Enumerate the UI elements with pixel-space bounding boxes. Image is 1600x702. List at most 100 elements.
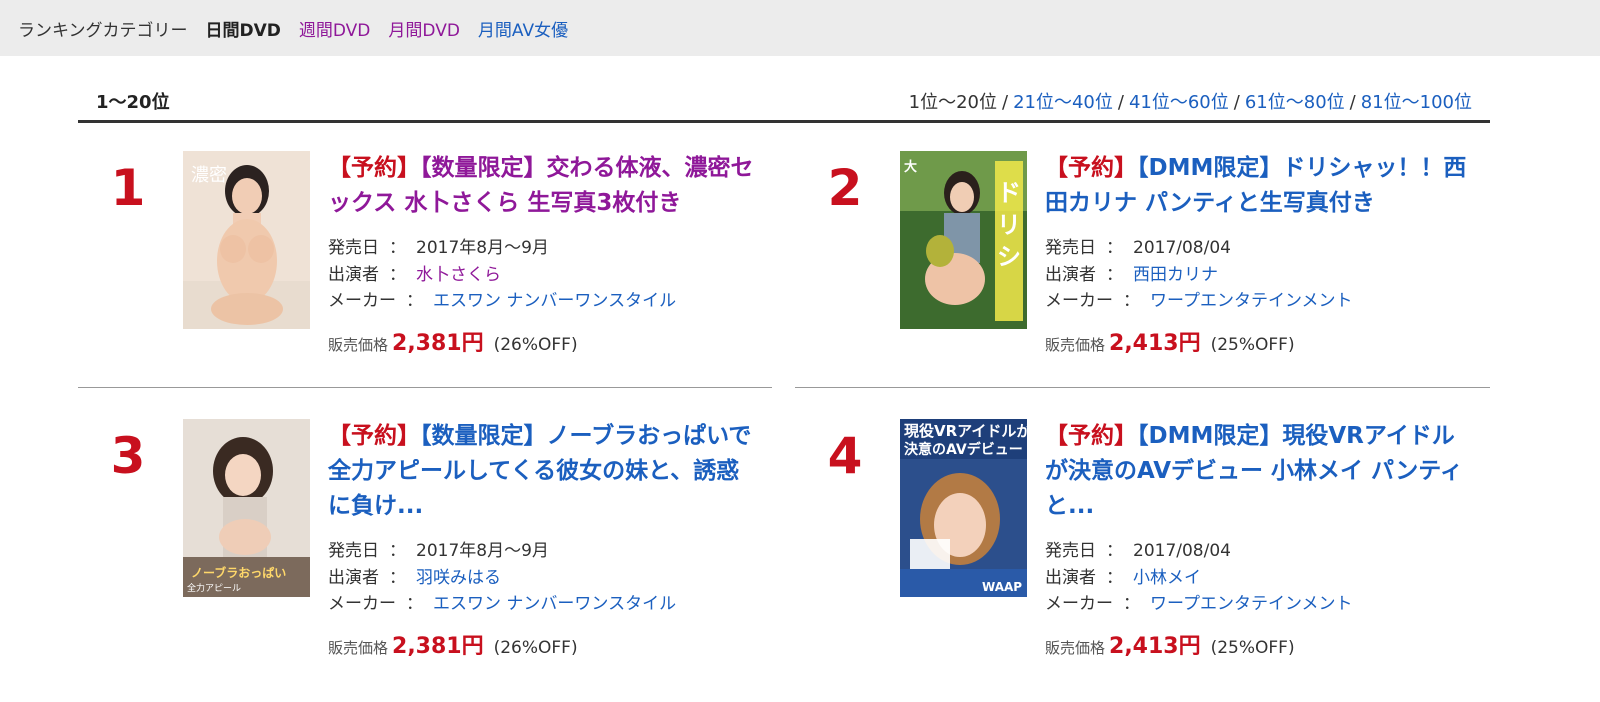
reservation-tag: 【予約】 (328, 155, 420, 181)
svg-text:大: 大 (904, 159, 917, 175)
discount-text: (25%OFF) (1210, 334, 1295, 355)
colon: ： (389, 264, 406, 285)
product-info: 【予約】【DMM限定】現役VRアイドルが決意のAVデビュー 小林メイ パンティと… (1045, 419, 1475, 660)
performer-label: 出演者 (1045, 264, 1096, 285)
maker-row: メーカー ： ワープエンタテインメント (1045, 288, 1475, 315)
price-label: 販売価格 (328, 638, 389, 657)
maker-row: メーカー ： エスワン ナンバーワンスタイル (328, 288, 758, 315)
product-title-link[interactable]: 【予約】【数量限定】ノーブラおっぱいで全力アピールしてくる彼女の妹と、誘惑に負け… (328, 423, 751, 519)
release-label: 発売日 (328, 238, 379, 258)
ranking-category-bar: ランキングカテゴリー 日間DVD 週間DVD 月間DVD 月間AV女優 (0, 0, 1600, 56)
pager-link-61-80[interactable]: 61位〜80位 (1245, 92, 1345, 113)
pager-separator: / (1001, 92, 1009, 113)
performer-link[interactable]: 水卜さくら (416, 265, 501, 285)
performer-row: 出演者 ： 小林メイ (1045, 565, 1475, 592)
release-date: 2017年8月〜9月 (416, 238, 549, 258)
pager-separator: / (1349, 92, 1356, 113)
release-row: 発売日 ： 2017/08/04 (1045, 538, 1475, 565)
product-info: 【予約】【数量限定】ノーブラおっぱいで全力アピールしてくる彼女の妹と、誘惑に負け… (328, 419, 758, 660)
rank-number: 2 (827, 159, 863, 217)
pager-link-21-40[interactable]: 21位〜40位 (1013, 92, 1113, 113)
performer-link[interactable]: 西田カリナ (1133, 265, 1218, 285)
release-label: 発売日 (1045, 541, 1096, 561)
colon: ： (1106, 238, 1123, 258)
product-thumbnail[interactable]: ノーブラおっぱい 全力アピール (183, 419, 310, 597)
colon: ： (1106, 541, 1123, 561)
maker-link[interactable]: ワープエンタテインメント (1150, 594, 1352, 614)
maker-row: メーカー ： ワープエンタテインメント (1045, 591, 1475, 618)
price-label: 販売価格 (1045, 335, 1106, 354)
price-row: 販売価格 2,381円 (26%OFF) (328, 628, 758, 660)
discount-text: (26%OFF) (493, 637, 578, 658)
release-date: 2017/08/04 (1133, 238, 1231, 258)
pager-separator: / (1117, 92, 1124, 113)
performer-row: 出演者 ： 水卜さくら (328, 262, 758, 289)
maker-link[interactable]: エスワン ナンバーワンスタイル (433, 291, 676, 311)
item-divider (795, 387, 1490, 388)
svg-text:決意のAVデビュー: 決意のAVデビュー (904, 441, 1023, 458)
maker-label: メーカー (1045, 594, 1113, 614)
release-label: 発売日 (328, 541, 379, 561)
colon: ： (406, 291, 423, 311)
performer-link[interactable]: 羽咲みはる (416, 568, 501, 588)
svg-text:全力アピール: 全力アピール (187, 582, 241, 594)
category-monthly-av-actress[interactable]: 月間AV女優 (478, 16, 568, 41)
range-header: 1〜20位 1位〜20位/21位〜40位/41位〜60位/61位〜80位/81位… (78, 86, 1490, 123)
pager-link-41-60[interactable]: 41位〜60位 (1129, 92, 1229, 113)
performer-label: 出演者 (328, 264, 379, 285)
colon: ： (1106, 264, 1123, 285)
product-thumbnail[interactable]: ド リ シ 大 (900, 151, 1027, 329)
release-row: 発売日 ： 2017年8月〜9月 (328, 538, 758, 565)
performer-label: 出演者 (1045, 567, 1096, 588)
product-thumbnail[interactable]: 濃密 (183, 151, 310, 329)
product-thumbnail[interactable]: 現役VRアイドルが 決意のAVデビュー WAAP (900, 419, 1027, 597)
reservation-tag: 【予約】 (328, 423, 420, 449)
rank-number: 4 (827, 427, 863, 485)
product-thumbnail-image: 濃密 (183, 151, 310, 329)
product-info: 【予約】【数量限定】交わる体液、濃密セックス 水卜さくら 生写真3枚付き 発売日… (328, 151, 758, 357)
release-date: 2017/08/04 (1133, 541, 1231, 561)
colon: ： (1123, 291, 1140, 311)
svg-text:シ: シ (997, 243, 1021, 271)
product-title-link[interactable]: 【予約】【DMM限定】ドリシャッ！！西田カリナ パンティと生写真付き (1045, 155, 1466, 216)
discount-text: (26%OFF) (493, 334, 578, 355)
svg-text:リ: リ (997, 211, 1021, 239)
product-thumbnail-image: ド リ シ 大 (900, 151, 1027, 329)
product-title-link[interactable]: 【予約】【数量限定】交わる体液、濃密セックス 水卜さくら 生写真3枚付き (328, 155, 754, 216)
product-meta: 発売日 ： 2017年8月〜9月 出演者 ： 羽咲みはる メーカー ： エスワン ナンバーワ… (328, 538, 758, 618)
colon: ： (406, 594, 423, 614)
product-meta: 発売日 ： 2017年8月〜9月 出演者 ： 水卜さくら メーカー ： エスワン ナンバーワ… (328, 235, 758, 315)
price-row: 販売価格 2,381円 (26%OFF) (328, 325, 758, 357)
svg-text:WAAP: WAAP (982, 580, 1022, 594)
pager-separator: / (1233, 92, 1240, 113)
rank-number: 3 (110, 427, 146, 485)
product-title-link[interactable]: 【予約】【DMM限定】現役VRアイドルが決意のAVデビュー 小林メイ パンティと… (1045, 423, 1463, 519)
discount-text: (25%OFF) (1210, 637, 1295, 658)
maker-label: メーカー (328, 594, 396, 614)
colon: ： (389, 541, 406, 561)
price-label: 販売価格 (328, 335, 389, 354)
maker-link[interactable]: エスワン ナンバーワンスタイル (433, 594, 676, 614)
product-meta: 発売日 ： 2017/08/04 出演者 ： 西田カリナ メーカー ： ワープエンタテインメ… (1045, 235, 1475, 315)
release-row: 発売日 ： 2017/08/04 (1045, 235, 1475, 262)
performer-link[interactable]: 小林メイ (1133, 568, 1201, 588)
current-range-title: 1〜20位 (96, 92, 170, 113)
product-info: 【予約】【DMM限定】ドリシャッ！！西田カリナ パンティと生写真付き 発売日 ： 2… (1045, 151, 1475, 357)
category-monthly-dvd[interactable]: 月間DVD (388, 16, 460, 41)
svg-text:現役VRアイドルが: 現役VRアイドルが (904, 422, 1027, 440)
product-meta: 発売日 ： 2017/08/04 出演者 ： 小林メイ メーカー ： ワープエンタテインメン… (1045, 538, 1475, 618)
maker-label: メーカー (1045, 291, 1113, 311)
svg-text:ド: ド (997, 179, 1021, 207)
svg-text:ノーブラおっぱい: ノーブラおっぱい (191, 565, 286, 580)
category-weekly-dvd[interactable]: 週間DVD (299, 16, 371, 41)
price-row: 販売価格 2,413円 (25%OFF) (1045, 628, 1475, 660)
category-daily-dvd: 日間DVD (205, 20, 281, 41)
performer-row: 出演者 ： 西田カリナ (1045, 262, 1475, 289)
rank-number: 1 (110, 159, 146, 217)
release-row: 発売日 ： 2017年8月〜9月 (328, 235, 758, 262)
product-thumbnail-image: 現役VRアイドルが 決意のAVデビュー WAAP (900, 419, 1027, 597)
maker-link[interactable]: ワープエンタテインメント (1150, 291, 1352, 311)
colon: ： (1106, 567, 1123, 588)
pager-link-81-100[interactable]: 81位〜100位 (1361, 92, 1472, 113)
ranking-category-label: ランキングカテゴリー (18, 20, 188, 41)
